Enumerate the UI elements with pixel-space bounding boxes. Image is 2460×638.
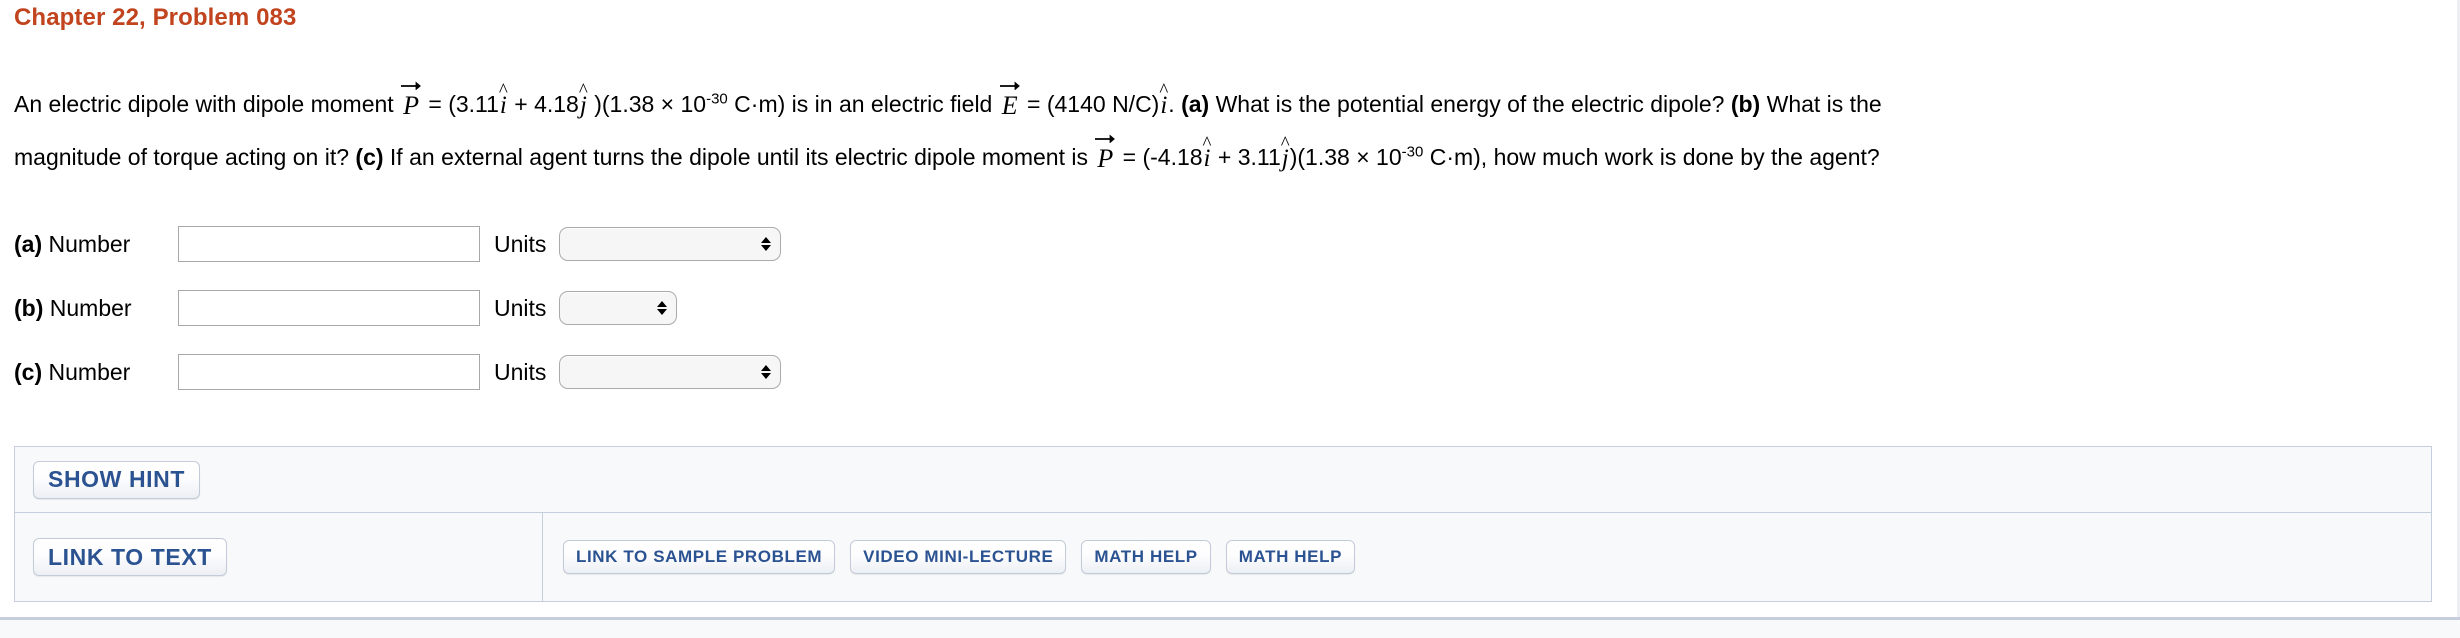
part-label-c: (c) — [355, 144, 384, 170]
vector-p-letter: P — [403, 91, 419, 120]
link-to-text-cell: LINK TO TEXT — [15, 513, 543, 601]
hat-icon: ^ — [498, 80, 508, 101]
number-input-b[interactable] — [178, 290, 480, 326]
hat-icon: ^ — [1280, 133, 1290, 154]
part-label-a: (a) — [1181, 91, 1210, 117]
problem-text: = (-4.18 — [1116, 144, 1203, 170]
resource-buttons-cell: LINK TO SAMPLE PROBLEM VIDEO MINI-LECTUR… — [543, 513, 2431, 601]
vector-arrow-icon — [999, 80, 1020, 90]
chevron-updown-icon — [760, 360, 771, 384]
chevron-updown-icon — [760, 232, 771, 256]
answers-section: (a) Number Units (b) Number Units (c) Nu… — [14, 212, 782, 404]
problem-text: )(1.38 × 10 — [587, 91, 707, 117]
problem-text: What is the — [1760, 91, 1882, 117]
problem-text: + 4.18 — [507, 91, 579, 117]
units-select-b[interactable] — [559, 291, 678, 325]
units-select-c[interactable] — [559, 355, 782, 389]
vector-e-symbol: E — [999, 81, 1021, 120]
units-label-b: Units — [494, 294, 547, 321]
problem-text: = (3.11 — [421, 91, 499, 117]
link-to-text-button[interactable]: LINK TO TEXT — [33, 538, 227, 576]
answer-label-c: (c) Number — [14, 359, 178, 386]
help-panel: SHOW HINT LINK TO TEXT LINK TO SAMPLE PR… — [14, 446, 2432, 602]
number-label: Number — [48, 358, 131, 385]
page-title: Chapter 22, Problem 083 — [14, 4, 297, 31]
unit-vector-i: ^ i — [1159, 81, 1168, 118]
problem-statement: An electric dipole with dipole moment P … — [14, 78, 2434, 184]
problem-text: )(1.38 × 10 — [1289, 144, 1402, 170]
video-mini-lecture-button[interactable]: VIDEO MINI-LECTURE — [850, 540, 1067, 574]
unit-vector-i: ^ i — [499, 81, 508, 118]
exponent: -30 — [706, 90, 728, 108]
units-select-a[interactable] — [559, 227, 782, 261]
hat-icon: ^ — [1159, 80, 1169, 101]
hint-row: SHOW HINT — [15, 447, 2431, 513]
number-input-a[interactable] — [178, 226, 480, 262]
number-input-c[interactable] — [178, 354, 480, 390]
part-label-b: (b) — [14, 294, 44, 321]
chevron-updown-icon — [656, 296, 667, 320]
problem-line-1: An electric dipole with dipole moment P … — [14, 78, 2434, 131]
answer-label-a: (a) Number — [14, 231, 178, 258]
show-hint-button[interactable]: SHOW HINT — [33, 460, 200, 499]
resources-row: LINK TO TEXT LINK TO SAMPLE PROBLEM VIDE… — [15, 513, 2431, 601]
hat-icon: ^ — [578, 80, 588, 101]
answer-row-b: (b) Number Units — [14, 276, 781, 340]
problem-line-2: magnitude of torque acting on it? (c) If… — [14, 131, 2434, 184]
unit-vector-j: ^ j — [1281, 134, 1290, 171]
units-label-c: Units — [494, 358, 547, 385]
unit-vector-j: ^ j — [579, 81, 588, 118]
vector-p-letter: P — [1097, 144, 1114, 173]
link-to-sample-problem-button[interactable]: LINK TO SAMPLE PROBLEM — [563, 540, 836, 574]
part-label-b: (b) — [1730, 91, 1761, 117]
vector-e-letter: E — [1001, 91, 1018, 120]
vector-arrow-icon — [1095, 133, 1116, 143]
problem-text: C·m), how much work is done by the agent… — [1423, 144, 1880, 170]
problem-text: If an external agent turns the dipole un… — [383, 144, 1095, 170]
problem-text: = (4140 N/C) — [1020, 91, 1160, 117]
problem-text: What is the potential energy of the elec… — [1209, 91, 1731, 117]
number-label: Number — [48, 230, 131, 257]
bottom-strip — [0, 620, 2460, 638]
answer-row-a: (a) Number Units — [14, 212, 782, 276]
vector-p-symbol: P — [1094, 134, 1116, 173]
vector-arrow-icon — [401, 80, 421, 90]
answer-label-b: (b) Number — [14, 295, 178, 322]
part-label-a: (a) — [14, 230, 43, 257]
problem-text: . — [1168, 91, 1182, 117]
exponent: -30 — [1401, 143, 1424, 161]
answer-row-c: (c) Number Units — [14, 340, 782, 404]
vector-p-symbol: P — [400, 81, 422, 120]
problem-text: + 3.11 — [1211, 144, 1281, 170]
math-help-button-2[interactable]: MATH HELP — [1225, 540, 1356, 574]
unit-vector-i: ^ i — [1203, 134, 1212, 171]
number-label: Number — [49, 294, 132, 321]
problem-text: C·m) is in an electric field — [727, 91, 999, 117]
part-label-c: (c) — [14, 358, 43, 385]
hat-icon: ^ — [1202, 133, 1212, 154]
units-label-a: Units — [494, 230, 547, 257]
problem-text: magnitude of torque acting on it? — [14, 144, 356, 170]
math-help-button-1[interactable]: MATH HELP — [1081, 540, 1211, 574]
problem-text: An electric dipole with dipole moment — [14, 91, 401, 117]
